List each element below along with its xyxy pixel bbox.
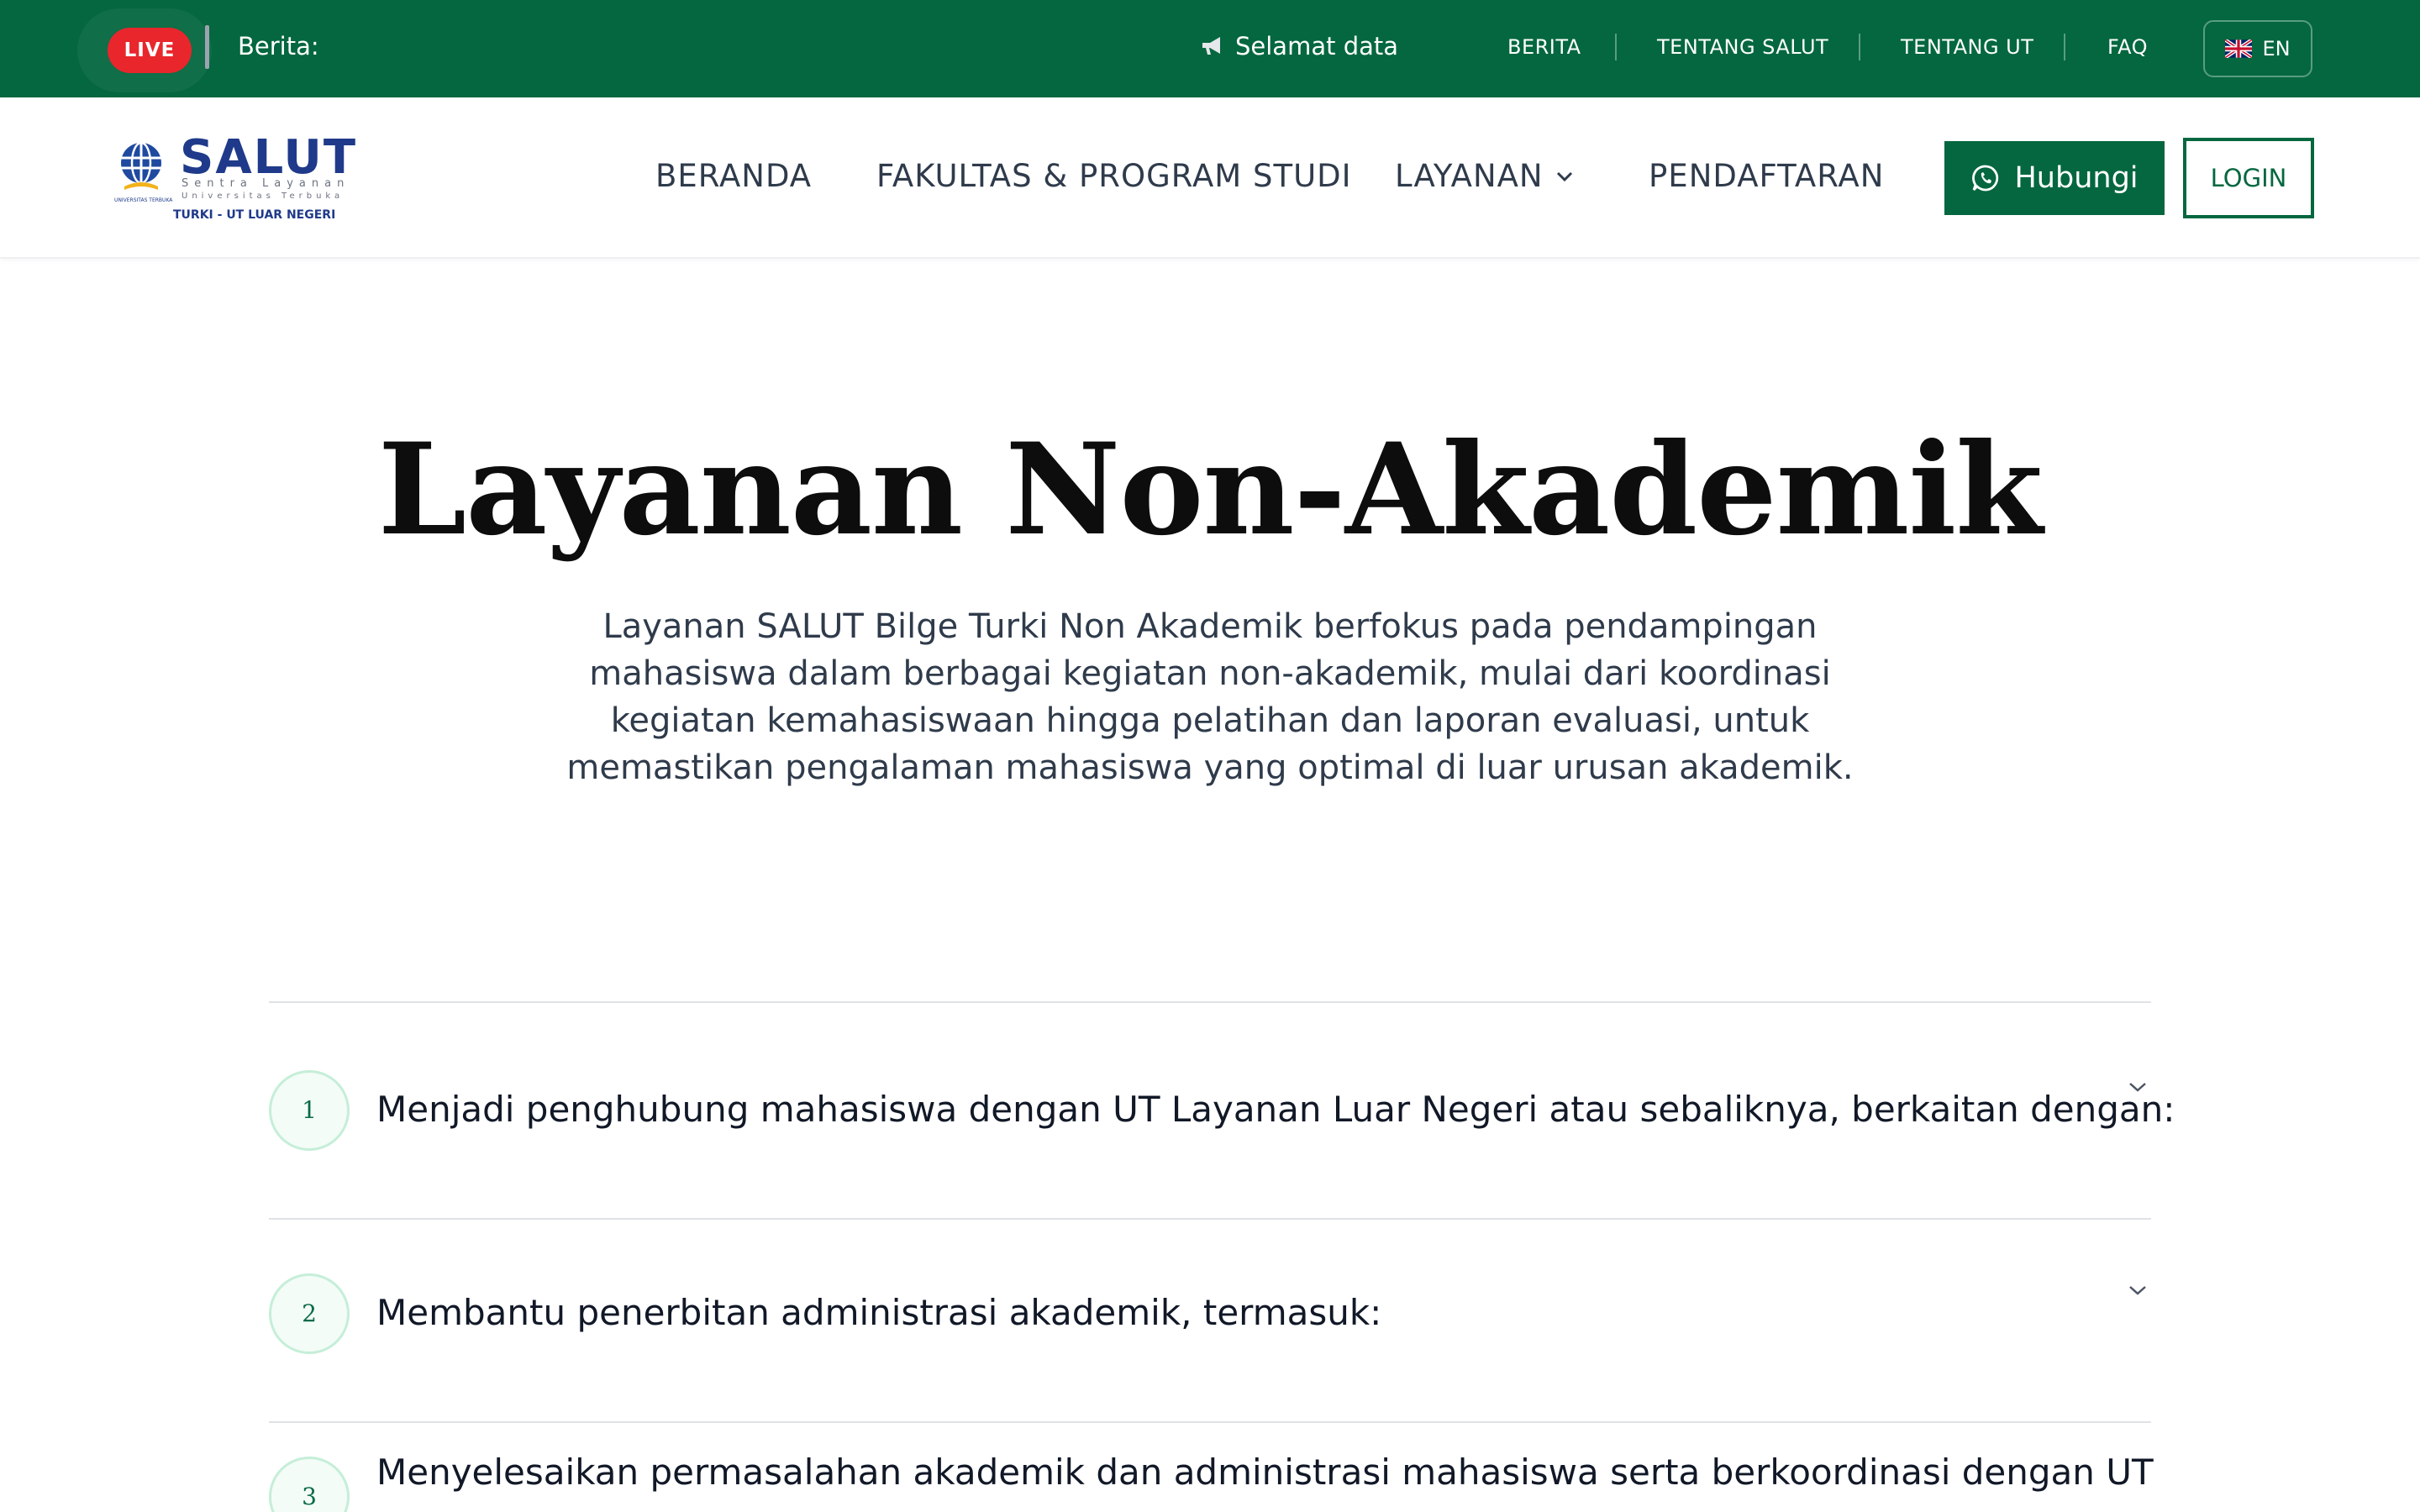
language-label: EN [2262,37,2291,60]
chevron-down-icon[interactable] [2126,1080,2149,1094]
top-link-berita[interactable]: BERITA [1507,35,1581,59]
ticker-text: Selamat data [1235,32,1399,60]
language-switcher[interactable]: EN [2203,20,2312,77]
contact-button-label: Hubungi [2014,161,2139,195]
logo-org-text: UNIVERSITAS TERBUKA [114,197,173,203]
accordion-number: 2 [269,1273,350,1354]
chevron-down-icon[interactable] [2126,1284,2149,1297]
live-badge: LIVE [108,28,192,73]
news-ticker[interactable]: Selamat data [1200,32,1398,60]
top-link-divider [1615,34,1617,60]
globe-icon [121,141,161,190]
main-header: UNIVERSITAS TERBUKA SALUT Sentra Layanan… [0,97,2420,259]
nav-layanan-label: LAYANAN [1395,158,1544,194]
nav-layanan[interactable]: LAYANAN [1395,158,1574,194]
page-title: Layanan Non-Akademik [377,416,2043,564]
accordion-number: 1 [269,1070,350,1151]
top-link-faq[interactable]: FAQ [2107,35,2148,59]
salut-logo[interactable]: UNIVERSITAS TERBUKA SALUT Sentra Layanan… [111,129,388,230]
contact-button[interactable]: Hubungi [1944,141,2165,215]
accordion-divider [269,1001,2151,1003]
accordion-title: Menjadi penghubung mahasiswa dengan UT L… [376,1089,2175,1130]
page-description: Layanan SALUT Bilge Turki Non Akademik b… [566,607,1854,787]
nav-beranda[interactable]: BERANDA [655,158,812,194]
chevron-down-icon [1556,171,1572,181]
nav-pendaftaran[interactable]: PENDAFTARAN [1649,158,1884,194]
logo-tagline-1: Sentra Layanan [182,177,350,190]
uk-flag-icon [2225,39,2253,58]
top-link-divider [2064,34,2065,60]
whatsapp-icon [1972,165,1999,192]
accordion-title: Menyelesaikan permasalahan akademik dan … [376,1452,2154,1493]
logo-tagline-2: Universitas Terbuka [182,192,344,201]
logo-subtitle: TURKI - UT LUAR NEGERI [173,208,335,222]
top-bar: LIVE Berita: Selamat data BERITA TENTANG… [0,0,2420,97]
accordion-divider [269,1421,2151,1423]
top-link-divider [1859,34,1860,60]
top-link-tentang-salut[interactable]: TENTANG SALUT [1657,35,1828,59]
accordion-number: 3 [269,1457,350,1512]
login-button[interactable]: LOGIN [2183,138,2314,218]
accordion-title: Membantu penerbitan administrasi akademi… [376,1292,1382,1333]
accordion-divider [269,1218,2151,1220]
megaphone-icon [1202,37,1220,55]
live-separator [205,25,209,69]
top-link-tentang-ut[interactable]: TENTANG UT [1901,35,2033,59]
news-label: Berita: [238,32,319,60]
nav-fakultas-program-studi[interactable]: FAKULTAS & PROGRAM STUDI [876,158,1352,194]
